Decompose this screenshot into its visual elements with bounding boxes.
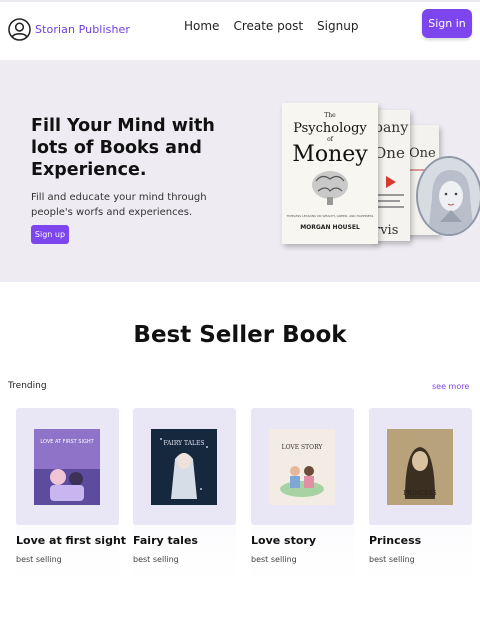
cover-text-love-story: LOVE STORY bbox=[282, 444, 324, 451]
hero-headline: Fill Your Mind with lots of Books and Ex… bbox=[31, 116, 215, 180]
see-more-link[interactable]: see more bbox=[432, 382, 469, 391]
hero-subtext: Fill and educate your mind through peopl… bbox=[31, 192, 207, 218]
top-navigation-bar: Storian Publisher Home Create post Signu… bbox=[0, 0, 480, 50]
hero-book-title-line2: Money bbox=[292, 142, 368, 167]
user-avatar-icon bbox=[8, 18, 31, 41]
sign-in-button[interactable]: Sign in bbox=[422, 9, 472, 38]
hero-book-cover-main: The Psychology of Money TIMELESS LESSONS… bbox=[282, 103, 378, 244]
nav-home-link[interactable]: Home bbox=[184, 19, 219, 33]
book-card-love-at-first-sight[interactable]: LOVE AT FIRST SIGHT Love at first sight … bbox=[16, 408, 126, 583]
book-card-princess[interactable]: PRINCESS Princess best selling bbox=[369, 408, 472, 583]
hero-banner: Fill Your Mind with lots of Books and Ex… bbox=[0, 60, 480, 282]
hero-book-back-1-text-mid: One bbox=[374, 144, 405, 162]
book-cover-love-story: LOVE STORY bbox=[269, 429, 335, 505]
book-note: best selling bbox=[133, 555, 179, 564]
book-note: best selling bbox=[369, 555, 415, 564]
book-cover-love-at-first-sight: LOVE AT FIRST SIGHT bbox=[34, 429, 100, 505]
cover-text-princess: PRINCESS bbox=[403, 490, 436, 497]
book-title: Fairy tales bbox=[133, 534, 198, 547]
book-title: Princess bbox=[369, 534, 422, 547]
book-cover-princess: PRINCESS bbox=[387, 429, 453, 505]
brand[interactable]: Storian Publisher bbox=[8, 18, 130, 41]
book-title: Love at first sight bbox=[16, 534, 127, 547]
hero-book-back-1-text-top: pany bbox=[374, 120, 408, 136]
nav-signup-link[interactable]: Signup bbox=[317, 19, 358, 33]
book-cover-fairy-tales: FAIRY TALES bbox=[151, 429, 217, 505]
section-title: Best Seller Book bbox=[133, 322, 347, 348]
brain-illustration bbox=[312, 171, 348, 205]
hero-sign-up-button[interactable]: Sign up bbox=[31, 225, 69, 244]
hero-book-back-2-text: One bbox=[409, 146, 436, 161]
hero-book-tagline: TIMELESS LESSONS ON WEALTH, GREED, AND H… bbox=[286, 214, 374, 218]
book-card-fairy-tales[interactable]: FAIRY TALES Fairy tales best selling bbox=[133, 408, 236, 583]
book-card-love-story[interactable]: LOVE STORY Love story best selling bbox=[251, 408, 354, 583]
cover-text-fairy-tales: FAIRY TALES bbox=[163, 440, 204, 447]
hero-book-author: MORGAN HOUSEL bbox=[300, 224, 360, 231]
main-nav: Home Create post Signup bbox=[184, 19, 358, 33]
cover-text-love-at-first-sight: LOVE AT FIRST SIGHT bbox=[40, 439, 94, 445]
trending-label: Trending bbox=[8, 381, 47, 391]
book-title: Love story bbox=[251, 534, 316, 547]
girl-illustration bbox=[416, 156, 480, 236]
book-note: best selling bbox=[251, 555, 297, 564]
hero-book-title-line1: Psychology bbox=[293, 121, 367, 136]
hero-book-title-the: The bbox=[324, 112, 336, 119]
nav-create-post-link[interactable]: Create post bbox=[233, 19, 303, 33]
brand-name: Storian Publisher bbox=[35, 23, 131, 36]
book-note: best selling bbox=[16, 555, 62, 564]
